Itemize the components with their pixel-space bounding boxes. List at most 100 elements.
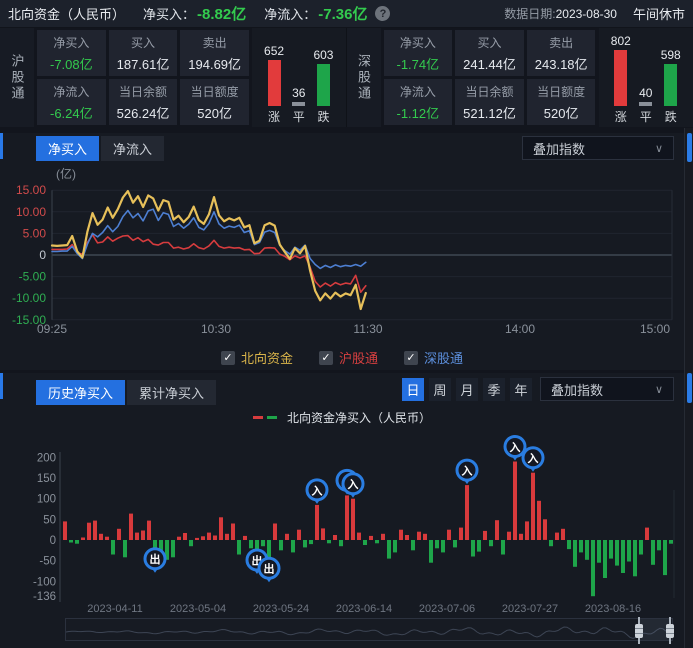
svg-text:0: 0 xyxy=(39,248,46,262)
stat-cell: 卖出243.18亿 xyxy=(527,30,596,76)
svg-text:2023-05-04: 2023-05-04 xyxy=(170,603,226,615)
tab-net-buy[interactable]: 净买入 xyxy=(36,136,99,161)
svg-text:15:00: 15:00 xyxy=(640,322,670,336)
overlay-index-dropdown[interactable]: 叠加指数 ∨ xyxy=(522,136,674,160)
checkbox-checked-icon[interactable]: ✓ xyxy=(404,351,418,365)
flat-count-bar xyxy=(292,102,305,106)
svg-text:2023-07-27: 2023-07-27 xyxy=(502,603,558,615)
connect-stats: 沪股通 净买入-7.08亿 买入187.61亿 卖出194.69亿 净流入-6.… xyxy=(0,28,693,127)
svg-text:14:00: 14:00 xyxy=(505,322,535,336)
svg-text:入: 入 xyxy=(462,465,473,478)
green-dash-icon xyxy=(267,416,277,419)
intraday-legend: ✓ 北向资金 ✓ 沪股通 ✓ 深股通 xyxy=(0,348,684,367)
svg-text:11:30: 11:30 xyxy=(353,322,382,336)
checkbox-checked-icon[interactable]: ✓ xyxy=(319,351,333,365)
svg-text:09:25: 09:25 xyxy=(37,322,67,336)
red-dash-icon xyxy=(253,416,263,419)
stat-cell: 净流入-6.24亿 xyxy=(37,79,106,125)
svg-text:-136: -136 xyxy=(33,591,56,603)
hugutong-cells: 净买入-7.08亿 买入187.61亿 卖出194.69亿 净流入-6.24亿 … xyxy=(34,28,252,127)
legend-item-hugutong[interactable]: ✓ 沪股通 xyxy=(319,348,378,367)
data-date-value: 2023-08-30 xyxy=(556,7,617,21)
svg-text:0: 0 xyxy=(50,535,56,547)
datazoom-left-handle[interactable] xyxy=(632,617,646,644)
tab-net-inflow[interactable]: 净流入 xyxy=(101,136,164,161)
checkbox-checked-icon[interactable]: ✓ xyxy=(221,351,235,365)
period-week-button[interactable]: 周 xyxy=(429,378,451,401)
stat-cell: 当日额度520亿 xyxy=(180,79,249,125)
history-legend-label: 北向资金净买入（人民币） xyxy=(287,409,431,426)
tab-history-net-buy[interactable]: 历史净买入 xyxy=(36,380,125,405)
stat-cell: 买入187.61亿 xyxy=(109,30,178,76)
down-count-bar xyxy=(317,64,330,106)
datazoom-slider[interactable] xyxy=(65,618,673,641)
hugutong-updown-bars: 652涨 36平 603跌 xyxy=(252,28,346,127)
svg-text:150: 150 xyxy=(37,473,56,485)
svg-text:100: 100 xyxy=(37,494,56,506)
svg-text:-10.00: -10.00 xyxy=(12,291,46,305)
overlay-index-dropdown[interactable]: 叠加指数 ∨ xyxy=(540,377,674,401)
net-inflow-value: -7.36亿 xyxy=(318,3,367,24)
period-switcher: 日 周 月 季 年 xyxy=(402,378,532,401)
section-accent-bar xyxy=(0,373,3,399)
svg-text:-100: -100 xyxy=(33,576,56,588)
stat-cell: 当日额度520亿 xyxy=(527,79,596,125)
svg-text:出: 出 xyxy=(150,552,161,566)
history-legend: 北向资金净买入（人民币） xyxy=(0,409,684,426)
stat-cell: 净流入-1.12亿 xyxy=(384,79,453,125)
svg-text:-50: -50 xyxy=(39,556,56,568)
stat-cell: 当日余额521.12亿 xyxy=(455,79,524,125)
down-count-bar xyxy=(664,64,677,106)
hugutong-label: 沪股通 xyxy=(0,28,34,127)
intraday-tabs: 净买入 净流入 xyxy=(36,136,164,161)
panel-shengutong: 深股通 净买入-1.74亿 买入241.44亿 卖出243.18亿 净流入-1.… xyxy=(347,28,693,127)
daily-bar-chart: 200150100500-50-100-1362023-04-112023-05… xyxy=(0,430,684,618)
help-icon[interactable]: ? xyxy=(375,6,390,21)
scrollbar-thumb[interactable] xyxy=(687,373,692,403)
tab-cumulative-net-buy[interactable]: 累计净买入 xyxy=(127,380,216,405)
svg-text:50: 50 xyxy=(43,514,56,526)
up-count-bar xyxy=(268,60,281,106)
right-scrollbar-track[interactable] xyxy=(684,128,693,648)
svg-text:入: 入 xyxy=(312,484,323,497)
svg-text:出: 出 xyxy=(264,562,275,576)
svg-text:2023-07-06: 2023-07-06 xyxy=(419,603,475,615)
top-bar: 北向资金（人民币） 净买入： -8.82亿 净流入： -7.36亿 ? 数据日期… xyxy=(0,0,693,28)
flat-count-bar xyxy=(639,102,652,106)
svg-text:2023-04-11: 2023-04-11 xyxy=(87,603,142,615)
stat-cell: 买入241.44亿 xyxy=(455,30,524,76)
svg-text:2023-06-14: 2023-06-14 xyxy=(336,603,392,615)
stat-cell: 净买入-7.08亿 xyxy=(37,30,106,76)
history-tabs: 历史净买入 累计净买入 xyxy=(36,380,216,405)
stat-cell: 净买入-1.74亿 xyxy=(384,30,453,76)
svg-text:2023-05-24: 2023-05-24 xyxy=(253,603,309,615)
svg-text:入: 入 xyxy=(348,478,359,491)
period-quarter-button[interactable]: 季 xyxy=(483,378,505,401)
shengutong-updown-bars: 802涨 40平 598跌 xyxy=(599,28,693,127)
intraday-section: 净买入 净流入 叠加指数 ∨ (亿) 15.0010.005.000-5.00-… xyxy=(0,133,684,370)
section-accent-bar xyxy=(0,133,3,159)
datazoom-preview xyxy=(66,619,672,640)
period-month-button[interactable]: 月 xyxy=(456,378,478,401)
shengutong-label: 深股通 xyxy=(347,28,381,127)
period-day-button[interactable]: 日 xyxy=(402,378,424,401)
svg-text:5.00: 5.00 xyxy=(23,226,47,240)
svg-text:入: 入 xyxy=(528,452,539,465)
chevron-down-icon: ∨ xyxy=(655,383,663,396)
scrollbar-thumb[interactable] xyxy=(687,133,692,162)
net-buy-value: -8.82亿 xyxy=(197,3,246,24)
stat-cell: 卖出194.69亿 xyxy=(180,30,249,76)
svg-text:15.00: 15.00 xyxy=(16,183,46,197)
net-inflow-label: 净流入： xyxy=(264,4,316,23)
stat-cell: 当日余额526.24亿 xyxy=(109,79,178,125)
legend-item-beixiang[interactable]: ✓ 北向资金 xyxy=(221,348,293,367)
datazoom-right-handle[interactable] xyxy=(663,617,677,644)
svg-text:2023-08-16: 2023-08-16 xyxy=(585,603,641,615)
legend-item-shengutong[interactable]: ✓ 深股通 xyxy=(404,348,463,367)
intraday-line-chart: 15.0010.005.000-5.00-10.00-15.0009:2510:… xyxy=(0,160,684,345)
svg-text:10.00: 10.00 xyxy=(16,205,46,219)
period-year-button[interactable]: 年 xyxy=(510,378,532,401)
data-date-label: 数据日期: xyxy=(504,5,555,22)
panel-hugutong: 沪股通 净买入-7.08亿 买入187.61亿 卖出194.69亿 净流入-6.… xyxy=(0,28,347,127)
up-count-bar xyxy=(614,50,627,106)
